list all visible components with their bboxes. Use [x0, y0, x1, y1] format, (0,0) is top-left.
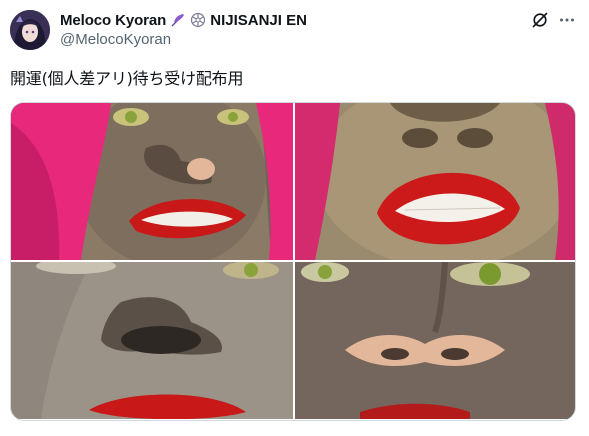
media-image-2[interactable]: [295, 103, 575, 260]
avatar[interactable]: [10, 10, 50, 50]
more-icon[interactable]: [558, 11, 576, 29]
media-image-4[interactable]: [295, 262, 575, 419]
image-face-dark-nose: [11, 262, 293, 419]
grok-icon[interactable]: [531, 11, 549, 29]
purple-feather-emoji-icon: [171, 14, 185, 27]
org-name: NIJISANJI EN: [210, 11, 307, 29]
snowflake-gear-emoji-icon: [191, 12, 206, 28]
handle[interactable]: @MelocoKyoran: [60, 31, 307, 48]
media-image-3[interactable]: [11, 262, 293, 419]
avatar-image: [10, 10, 50, 50]
media-grid: [10, 102, 576, 421]
image-face-pale-nose: [295, 262, 575, 419]
tweet-header: Meloco Kyoran NIJISANJI EN @MelocoKyoran: [60, 10, 307, 49]
image-face-smile: [295, 103, 575, 260]
media-image-1[interactable]: [11, 103, 293, 260]
name-row: Meloco Kyoran NIJISANJI EN: [60, 10, 307, 30]
display-name[interactable]: Meloco Kyoran: [60, 12, 166, 29]
image-face-pink-hair: [11, 103, 293, 260]
tweet-text: 開運(個人差アリ)待ち受け配布用: [10, 69, 244, 88]
